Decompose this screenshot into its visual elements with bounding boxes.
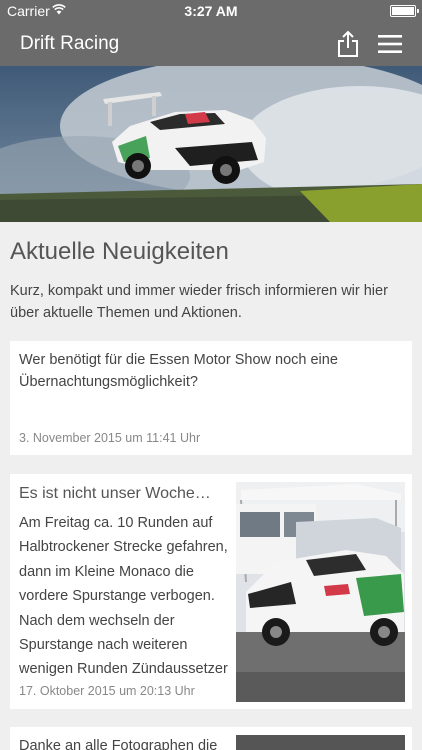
news-card[interactable]: Es ist nicht unser Woche… Am Freitag ca.… xyxy=(10,474,412,709)
news-thumbnail xyxy=(236,735,405,750)
news-date: 3. November 2015 um 11:41 Uhr xyxy=(19,431,201,445)
status-bar: Carrier 3:27 AM xyxy=(0,0,422,22)
section-intro: Kurz, kompakt und immer wieder frisch in… xyxy=(10,283,388,321)
news-thumbnail xyxy=(236,482,405,702)
news-headline: Danke an alle Fotographen die xyxy=(19,738,218,750)
news-card[interactable]: Wer benötigt für die Essen Motor Show no… xyxy=(10,341,412,455)
news-card[interactable]: Danke an alle Fotographen die xyxy=(10,727,412,750)
share-icon[interactable] xyxy=(336,30,360,58)
news-date: 17. Oktober 2015 um 20:13 Uhr xyxy=(19,684,195,698)
news-text: Wer benötigt für die Essen Motor Show no… xyxy=(19,352,338,390)
app-title: Drift Racing xyxy=(20,33,120,54)
news-body: Am Freitag ca. 10 Runden auf Halbtrocken… xyxy=(19,515,228,678)
news-headline: Es ist nicht unser Woche… xyxy=(19,485,211,502)
status-time: 3:27 AM xyxy=(184,3,238,19)
section-title: Aktuelle Neuigkeiten xyxy=(10,238,229,265)
hero-image-drift-car xyxy=(0,66,422,222)
battery-icon xyxy=(390,5,419,17)
hamburger-menu-icon[interactable] xyxy=(378,34,402,54)
navigation-bar: Drift Racing xyxy=(0,22,422,66)
